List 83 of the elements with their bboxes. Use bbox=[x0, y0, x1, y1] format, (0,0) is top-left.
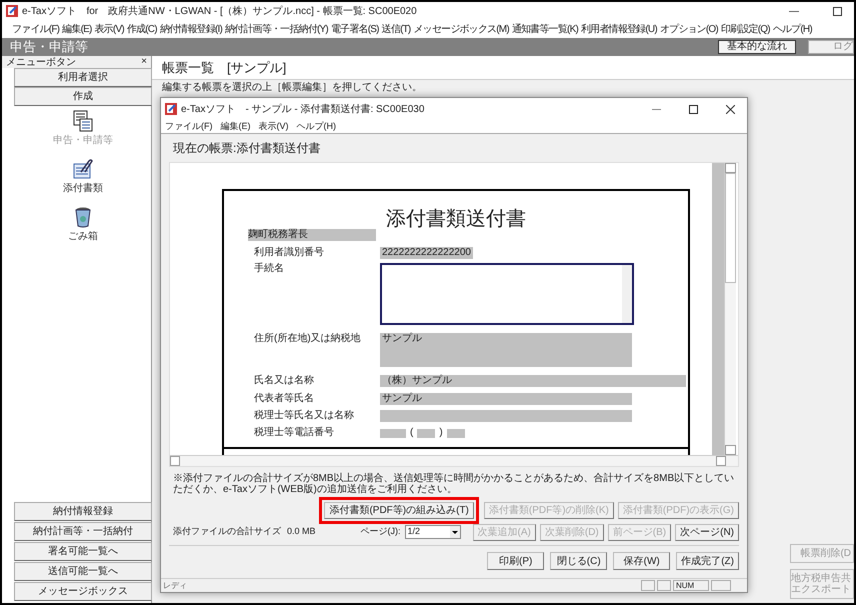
instruction-text: 編集する帳票を選択の上［帳票編集］を押してください。 bbox=[161, 80, 423, 94]
menu-item[interactable]: 納付計画等・一括納付(Y) bbox=[225, 22, 328, 36]
dialog-button[interactable]: 閉じる(C) bbox=[550, 552, 608, 570]
menu-item[interactable]: オプション(O) bbox=[660, 22, 718, 36]
menu-item[interactable]: 作成(C) bbox=[126, 22, 157, 36]
app-icon bbox=[6, 5, 18, 17]
status-pane bbox=[657, 580, 671, 591]
field-label: 住所(所在地)又は納税地 bbox=[254, 333, 361, 345]
status-text: レディ bbox=[163, 580, 187, 592]
page-select[interactable]: 1/2 bbox=[404, 525, 461, 539]
header-button[interactable]: 基本的な流れ bbox=[718, 40, 796, 54]
form-title: 添付書類送付書 bbox=[385, 205, 527, 232]
text-field[interactable]: サンプル bbox=[380, 393, 632, 405]
menu-item[interactable]: ファイル(F) bbox=[12, 22, 60, 36]
paperclip-document-icon bbox=[72, 158, 94, 180]
dialog-button[interactable]: 保存(W) bbox=[613, 552, 670, 570]
menu-item[interactable]: 通知書等一覧(K) bbox=[512, 22, 578, 36]
header-title: 申告・申請等 bbox=[10, 38, 88, 56]
field-label: 税理士等氏名又は名称 bbox=[254, 410, 354, 422]
current-form-label: 現在の帳票:添付書類送付書 bbox=[172, 140, 322, 157]
dialog-title: e-Taxソフト - サンプル - 添付書類送付書: SC00E030 bbox=[181, 102, 424, 116]
close-button[interactable]: × bbox=[141, 57, 147, 67]
name-field[interactable]: （株）サンプル bbox=[380, 375, 686, 387]
horizontal-scrollbar[interactable] bbox=[170, 455, 738, 466]
address-field[interactable]: サンプル bbox=[380, 333, 632, 367]
menu-button[interactable]: メッセージボックス bbox=[14, 582, 152, 601]
phone-field[interactable] bbox=[446, 428, 465, 438]
field-label: 代表者等氏名 bbox=[254, 393, 314, 405]
icon-label[interactable]: ごみ箱 bbox=[68, 229, 98, 244]
bracket-text: ) bbox=[439, 427, 443, 439]
menu-item[interactable]: ファイル(F) bbox=[165, 122, 212, 131]
window-title: e-Taxソフト for 政府共通NW・LGWAN - [（株）サンプル.ncc] - 帳票一覧: SC00E020 bbox=[22, 4, 417, 18]
field-label: 氏名又は名称 bbox=[254, 375, 314, 387]
procedure-field[interactable] bbox=[380, 263, 634, 325]
menu-button[interactable]: 利用者選択 bbox=[14, 68, 152, 87]
dialog-button[interactable]: 作成完了(Z) bbox=[676, 552, 739, 570]
minimize-button[interactable] bbox=[789, 10, 799, 12]
menu-item[interactable]: 編集(E) bbox=[220, 122, 250, 131]
menu-item[interactable]: メッセージボックス(M) bbox=[413, 22, 509, 36]
menu-item[interactable]: 表示(V) bbox=[94, 22, 124, 36]
status-pane bbox=[641, 580, 655, 591]
minimize-button[interactable] bbox=[652, 108, 661, 110]
menu-item[interactable]: 利用者情報登録(U) bbox=[580, 22, 657, 36]
sidebar-title: メニューボタン bbox=[6, 56, 76, 70]
menu-button[interactable]: 送信可能一覧へ bbox=[14, 562, 152, 581]
size-label: 添付ファイルの合計サイズ bbox=[173, 525, 281, 538]
menu-item[interactable]: 電子署名(S) bbox=[330, 22, 379, 36]
menu-item[interactable]: ヘルプ(H) bbox=[296, 122, 336, 131]
text-field[interactable] bbox=[380, 410, 632, 422]
page-title: 帳票一覧 [サンプル] bbox=[152, 56, 854, 80]
dialog-button[interactable]: 印刷(P) bbox=[487, 552, 544, 570]
menu-item[interactable]: 印刷設定(Q) bbox=[720, 22, 770, 36]
size-value: 0.0 MB bbox=[287, 525, 316, 538]
menu-item[interactable]: 編集(E) bbox=[62, 22, 92, 36]
menu-button[interactable]: 作成 bbox=[14, 87, 152, 106]
app-icon bbox=[165, 103, 177, 115]
icon-label[interactable]: 添付書類 bbox=[63, 181, 103, 196]
id-field[interactable]: 2222222222222200 bbox=[380, 247, 473, 259]
maximize-button[interactable] bbox=[833, 6, 842, 16]
maximize-button[interactable] bbox=[689, 104, 698, 114]
close-icon bbox=[726, 104, 735, 114]
field-label: 利用者識別番号 bbox=[254, 247, 324, 259]
num-lock-indicator: NUM bbox=[673, 580, 709, 591]
menu-button[interactable]: 署名可能一覧へ bbox=[14, 542, 152, 561]
phone-field[interactable] bbox=[417, 428, 436, 438]
menu-item[interactable]: 送信(T) bbox=[382, 22, 410, 36]
menu-item[interactable]: 納付情報登録(I) bbox=[160, 22, 222, 36]
menu-item[interactable]: 表示(V) bbox=[258, 122, 288, 131]
phone-field[interactable] bbox=[380, 428, 406, 438]
field-label: 手続名 bbox=[254, 263, 284, 275]
field-label: 税理士等電話番号 bbox=[254, 427, 334, 439]
menu-item[interactable]: ヘルプ(H) bbox=[772, 22, 812, 36]
vertical-scrollbar[interactable] bbox=[724, 163, 736, 455]
menu-button[interactable]: 納付情報登録 bbox=[14, 502, 152, 521]
status-pane bbox=[711, 580, 731, 591]
forms-icon bbox=[72, 110, 94, 132]
page-label: ページ(J): bbox=[360, 525, 401, 538]
bracket-text: ( bbox=[410, 427, 414, 439]
dialog-button[interactable]: 次ページ(N) bbox=[675, 524, 739, 540]
note-text: ※添付ファイルの合計サイズが8MB以上の場合、送信処理等に時間がかかることがあるため、合計サイズを8MB以下としていただくか、e-Taxソフト(WEB版)の追加送信をご利用ください。 bbox=[172, 472, 736, 497]
office-field: 麹町税務署長 bbox=[248, 229, 376, 241]
page-value: 1/2 bbox=[408, 525, 420, 538]
menu-button[interactable]: 納付計画等・一括納付 bbox=[14, 522, 152, 541]
